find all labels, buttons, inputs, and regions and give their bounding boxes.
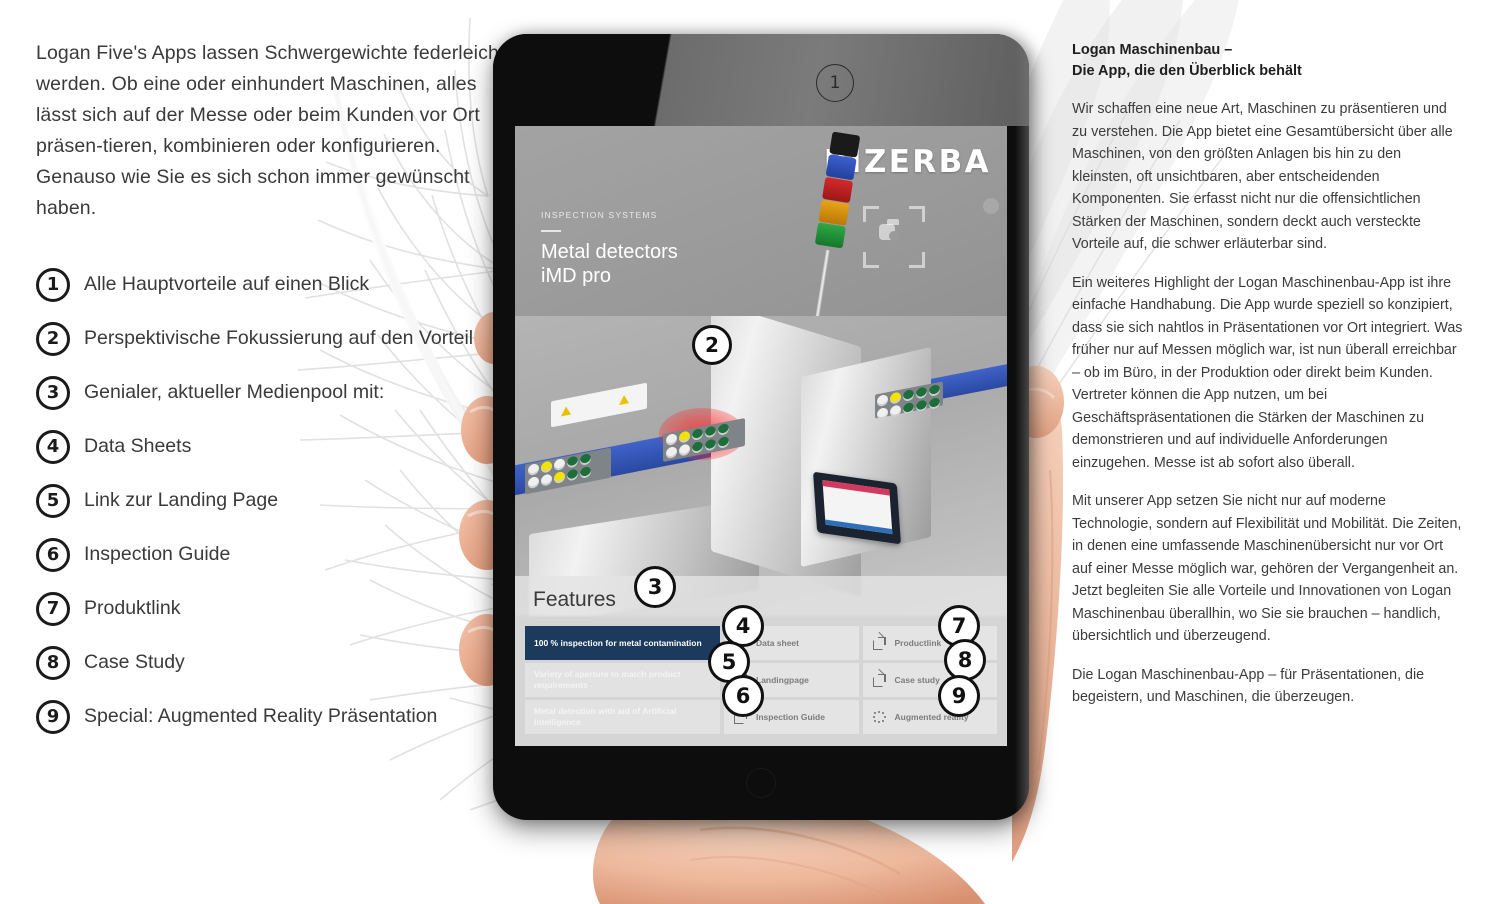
tablet-screen[interactable]: BIZERBA INSPECTION SYSTEMS Metal detecto… xyxy=(515,126,1007,746)
legend-label-3: Genialer, aktueller Medienpool mit: xyxy=(84,381,385,404)
legend-badge-4: 4 xyxy=(36,430,70,464)
legend-label-5: Link zur Landing Page xyxy=(84,489,279,512)
callout-badge-9: 9 xyxy=(938,675,980,717)
external-link-icon xyxy=(872,668,886,687)
machine-photo xyxy=(515,316,1007,616)
machine-hmi-panel xyxy=(813,471,901,545)
bezel-reflection xyxy=(493,34,1029,126)
poster-canvas: Logan Five's Apps lassen Schwergewichte … xyxy=(0,0,1500,904)
right-paragraph-1: Wir schaffen eine neue Art, Maschinen zu… xyxy=(1072,101,1453,252)
right-paragraph-2: Ein weiteres Highlight der Logan Maschin… xyxy=(1072,274,1463,471)
legend-item-6: 6 Inspection Guide xyxy=(36,528,506,582)
legend-badge-2: 2 xyxy=(36,322,70,356)
legend-item-2: 2 Perspektivische Fokussierung auf den V… xyxy=(36,312,506,366)
legend-badge-5: 5 xyxy=(36,484,70,518)
right-paragraph-3: Mit unserer App setzen Sie nicht nur auf… xyxy=(1072,493,1462,644)
external-link-icon xyxy=(872,631,886,650)
legend-item-8: 8 Case Study xyxy=(36,636,506,690)
feature-item-3[interactable]: Metal detection with aid of Artificial I… xyxy=(525,700,720,734)
callout-badge-3: 3 xyxy=(634,566,676,608)
callout-badge-8: 8 xyxy=(944,639,986,681)
legend-label-6: Inspection Guide xyxy=(84,543,231,566)
legend-list: 1 Alle Hauptvorteile auf einen Blick 2 P… xyxy=(36,258,506,744)
right-title-line1: Logan Maschinenbau – xyxy=(1072,42,1233,58)
legend-item-3: 3 Genialer, aktueller Medienpool mit: xyxy=(36,366,506,420)
features-panel: Features 100 % inspection for metal cont… xyxy=(515,576,1007,746)
link-productlink-label: Productlink xyxy=(894,638,942,648)
legend-label-4: Data Sheets xyxy=(84,435,192,458)
features-grid: 100 % inspection for metal contamination… xyxy=(525,626,997,734)
hero-eyebrow: INSPECTION SYSTEMS xyxy=(541,210,658,220)
left-column: Logan Five's Apps lassen Schwergewichte … xyxy=(36,38,506,744)
legend-badge-9: 9 xyxy=(36,700,70,734)
hmi-screen xyxy=(822,480,893,535)
legend-item-7: 7 Produktlink xyxy=(36,582,506,636)
screen-corner-dot-icon xyxy=(983,198,999,214)
feature-item-1[interactable]: 100 % inspection for metal contamination xyxy=(525,626,720,660)
legend-item-9: 9 Special: Augmented Reality Präsentatio… xyxy=(36,690,506,744)
warning-plate xyxy=(551,382,647,428)
legend-badge-6: 6 xyxy=(36,538,70,572)
home-button[interactable] xyxy=(746,768,776,798)
legend-label-8: Case Study xyxy=(84,651,185,674)
legend-item-1: 1 Alle Hauptvorteile auf einen Blick xyxy=(36,258,506,312)
legend-label-2: Perspektivische Fokussierung auf den Vor… xyxy=(84,327,474,350)
hero-title: Metal detectors iMD pro xyxy=(541,240,678,288)
legend-badge-7: 7 xyxy=(36,592,70,626)
legend-item-5: 5 Link zur Landing Page xyxy=(36,474,506,528)
right-column-title: Logan Maschinenbau – Die App, die den Üb… xyxy=(1072,40,1464,82)
hero-rule xyxy=(541,230,561,232)
link-inspection-guide-label: Inspection Guide xyxy=(756,712,825,722)
callout-badge-2: 2 xyxy=(692,325,732,365)
legend-label-7: Produktlink xyxy=(84,597,181,620)
legend-label-9: Special: Augmented Reality Präsentation xyxy=(84,705,438,728)
link-landingpage-label: Landingpage xyxy=(756,675,809,685)
legend-badge-1: 1 xyxy=(36,268,70,302)
link-case-study-label: Case study xyxy=(894,675,940,685)
callout-badge-1: 1 xyxy=(816,64,854,102)
link-data-sheet-label: Data sheet xyxy=(756,638,799,648)
bezel-reflection-side xyxy=(1009,34,1029,820)
right-title-line2: Die App, die den Überblick behält xyxy=(1072,63,1302,79)
hero-title-line2: iMD pro xyxy=(541,265,612,287)
legend-label-1: Alle Hauptvorteile auf einen Blick xyxy=(84,273,370,296)
legend-item-4: 4 Data Sheets xyxy=(36,420,506,474)
features-heading: Features xyxy=(533,588,616,611)
augmented-reality-icon xyxy=(872,710,886,724)
feature-bullets-column: 100 % inspection for metal contamination… xyxy=(525,626,720,734)
feature-item-2[interactable]: Variety of aperture to match product req… xyxy=(525,663,720,697)
intro-paragraph: Logan Five's Apps lassen Schwergewichte … xyxy=(36,42,505,219)
ar-camera-watermark-icon xyxy=(863,206,925,268)
legend-badge-8: 8 xyxy=(36,646,70,680)
right-column: Logan Maschinenbau – Die App, die den Üb… xyxy=(1072,40,1464,725)
legend-badge-3: 3 xyxy=(36,376,70,410)
hero-title-line1: Metal detectors xyxy=(541,241,678,263)
callout-badge-6: 6 xyxy=(722,675,764,717)
right-paragraph-4: Die Logan Maschinenbau-App – für Präsent… xyxy=(1072,666,1425,706)
